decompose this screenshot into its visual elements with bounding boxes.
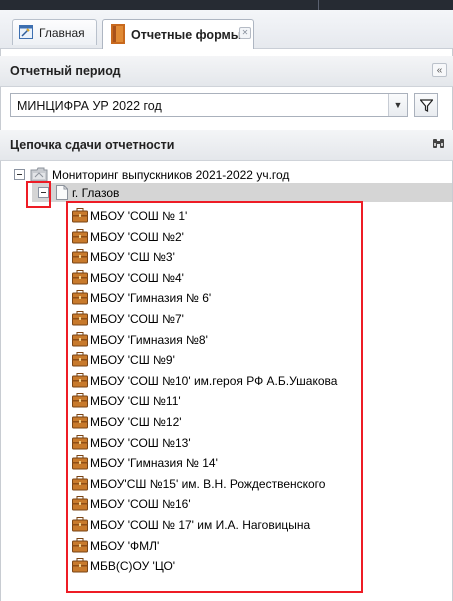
tree-city-node[interactable]: г. Глазов — [32, 183, 452, 202]
dropdown-arrow-icon[interactable]: ▼ — [388, 94, 407, 116]
toolbar-separator — [318, 0, 319, 10]
report-forms-tab-icon — [111, 24, 125, 44]
home-tab-icon — [19, 25, 33, 39]
period-panel-title: Отчетный период — [10, 64, 121, 78]
binoculars-icon[interactable] — [432, 137, 445, 150]
period-select[interactable]: МИНЦИФРА УР 2022 год ▼ — [10, 93, 408, 117]
tab-report-forms[interactable]: Отчетные формы ✕ — [102, 19, 254, 49]
chain-panel-header: Цепочка сдачи отчетности — [0, 130, 453, 161]
tree-root-label: Мониторинг выпускников 2021-2022 уч.год — [52, 168, 290, 182]
tab-home-label: Главная — [39, 26, 85, 40]
filter-icon — [420, 99, 433, 112]
period-panel-header: Отчетный период « — [0, 56, 453, 87]
period-select-value: МИНЦИФРА УР 2022 год — [17, 99, 162, 113]
collapse-toggle-icon[interactable] — [14, 169, 25, 180]
highlight-box-toggle — [26, 181, 51, 208]
tab-home[interactable]: Главная — [12, 19, 97, 45]
highlight-box-schools — [66, 201, 363, 593]
tab-report-forms-label: Отчетные формы — [131, 28, 242, 42]
filter-button[interactable] — [414, 93, 438, 117]
collapse-icon[interactable]: « — [432, 63, 447, 77]
tab-bar: Главная Отчетные формы ✕ — [0, 10, 453, 49]
close-icon[interactable]: ✕ — [239, 27, 251, 39]
tree-city-label: г. Глазов — [72, 186, 120, 200]
top-toolbar — [0, 0, 453, 10]
chain-panel-title: Цепочка сдачи отчетности — [10, 138, 175, 152]
